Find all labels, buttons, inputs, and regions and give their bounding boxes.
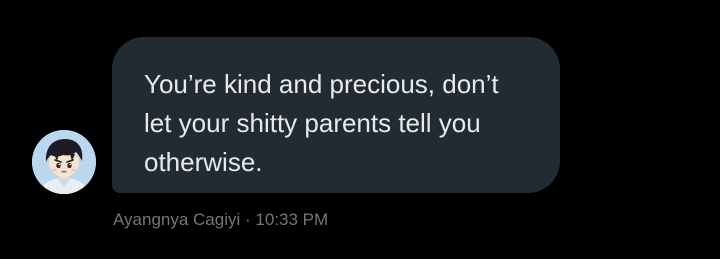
meta-separator: · xyxy=(245,210,251,229)
message-bubble[interactable]: You’re kind and precious, don’t let your… xyxy=(112,37,560,193)
message-row: You’re kind and precious, don’t let your… xyxy=(0,0,720,259)
message-time: 10:33 PM xyxy=(255,210,329,229)
anime-boy-avatar-icon xyxy=(32,130,96,194)
message-meta: Ayangnya Cagiyi · 10:33 PM xyxy=(113,209,328,231)
avatar[interactable] xyxy=(32,130,96,194)
sender-name[interactable]: Ayangnya Cagiyi xyxy=(113,210,240,229)
message-text: You’re kind and precious, don’t let your… xyxy=(144,69,499,177)
